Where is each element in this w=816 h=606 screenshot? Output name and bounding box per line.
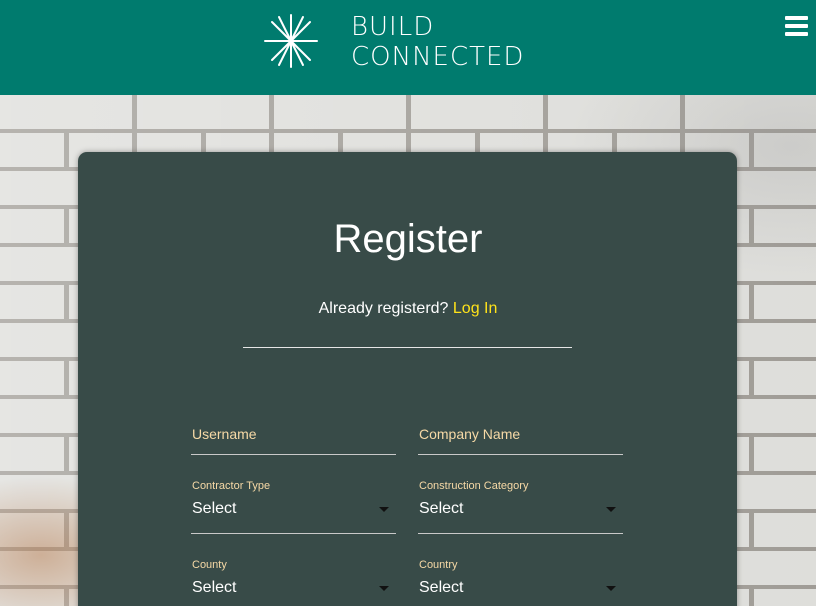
brand-logo-text[interactable]: BUILD CONNECTED [351,12,524,72]
starburst-logo-icon[interactable] [262,12,320,70]
contractor-type-label: Contractor Type [192,480,271,492]
county-label: County [192,559,227,571]
divider [243,347,572,348]
page: BUILD CONNECTED Register Already registe… [0,0,816,606]
hamburger-menu-icon[interactable] [785,16,808,38]
company-name-placeholder: Company Name [419,426,521,442]
country-label: Country [419,559,458,571]
dropdown-arrow-icon [379,586,389,591]
login-link[interactable]: Log In [453,300,497,317]
dropdown-arrow-icon [606,586,616,591]
contractor-type-select[interactable]: Contractor Type Select [191,479,396,534]
country-select[interactable]: Country Select [418,558,623,606]
contractor-type-value: Select [192,500,237,517]
construction-category-label: Construction Category [419,480,529,492]
company-name-input[interactable]: Company Name [418,425,623,455]
menu-bar [785,16,808,20]
county-value: Select [192,579,237,596]
username-placeholder: Username [192,426,257,442]
construction-category-value: Select [419,500,464,517]
username-input[interactable]: Username [191,425,396,455]
construction-category-select[interactable]: Construction Category Select [418,479,623,534]
dropdown-arrow-icon [606,507,616,512]
login-prompt: Already registerd? Log In [0,298,816,320]
already-registered-text: Already registerd? [318,300,449,317]
logo-line-build: BUILD [351,12,435,42]
country-value: Select [419,579,464,596]
county-select[interactable]: County Select [191,558,396,606]
menu-bar [785,32,808,36]
page-title: Register [333,217,483,261]
top-header: BUILD CONNECTED [0,0,816,95]
dropdown-arrow-icon [379,507,389,512]
logo-line-connected: CONNECTED [351,42,525,72]
menu-bar [785,24,808,28]
